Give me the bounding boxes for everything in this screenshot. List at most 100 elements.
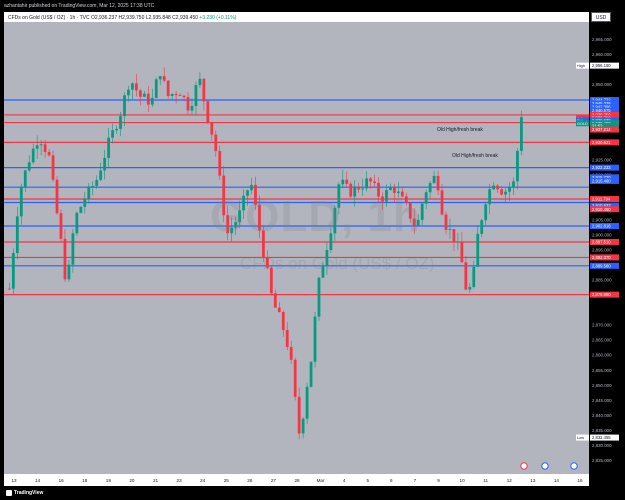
candle-body (317, 277, 321, 317)
candle-body (496, 185, 499, 190)
candle-body (492, 185, 496, 190)
x-tick-label: 13 (530, 478, 536, 483)
y-tick-label: 2,965.000 (592, 37, 612, 42)
candle-body (476, 233, 480, 267)
candle-body (218, 151, 222, 176)
candle-body (23, 170, 27, 187)
price-label-text: 2,910.450 (592, 207, 611, 212)
price-label-tag-text: Low (577, 436, 584, 440)
candle-body (440, 190, 444, 215)
candle-body (281, 312, 285, 331)
candle-body (452, 228, 456, 243)
candle-body (460, 241, 464, 263)
candle-body (345, 179, 349, 184)
candle-body (170, 93, 174, 96)
price-label-text: 2,915.460 (592, 179, 611, 184)
x-tick-label: 9 (437, 478, 440, 483)
candle-body (349, 183, 353, 197)
candle-body (329, 233, 333, 251)
candle-body (238, 210, 241, 223)
price-label-text: 2,897.510 (592, 240, 611, 245)
x-tick-label: 7 (414, 478, 417, 483)
y-tick-label: 2,905.000 (592, 217, 612, 222)
candle-body (508, 187, 511, 192)
price-label-tag-text: High (577, 64, 585, 68)
candle-body (119, 116, 122, 129)
candle-body (254, 184, 257, 205)
candle-body (357, 186, 361, 190)
candle-body (404, 196, 408, 203)
tradingview-logo[interactable]: TradingView (6, 489, 46, 497)
y-tick-label: 2,950.000 (592, 82, 612, 87)
candle-body (35, 145, 39, 149)
candle-body (150, 97, 154, 105)
candle-body (436, 175, 440, 191)
x-tick-label: Mar (317, 478, 325, 483)
candle-body (107, 137, 111, 158)
candle-body (111, 130, 114, 138)
candle-body (373, 181, 376, 183)
candle-body (27, 162, 31, 171)
candle-body (277, 307, 281, 313)
candle-body (424, 192, 428, 204)
candle-body (333, 207, 337, 234)
y-tick-label: 2,850.000 (592, 383, 612, 388)
candle-body (269, 267, 273, 294)
candle-body (416, 219, 420, 226)
x-tick-label: 16 (59, 478, 65, 483)
candle-body (258, 204, 261, 231)
x-tick-label: 10 (460, 478, 466, 483)
candle-body (377, 182, 380, 197)
candle-body (91, 185, 95, 187)
candle-body (396, 191, 400, 193)
candle-body (154, 79, 158, 98)
candle-body (480, 220, 484, 234)
candle-body (182, 95, 186, 98)
candle-body (305, 386, 309, 419)
candle-body (127, 89, 130, 96)
candle-body (43, 144, 47, 152)
candle-body (103, 157, 107, 171)
candle-body (512, 181, 515, 188)
x-tick-label: 11 (483, 478, 488, 483)
candle-body (202, 78, 206, 102)
candle-body (47, 151, 51, 156)
candle-body (500, 189, 503, 195)
x-tick-label: 6 (390, 478, 393, 483)
candle-body (19, 186, 23, 217)
candle-body (246, 190, 249, 196)
price-label-text: 2,911.794 (592, 197, 611, 202)
candle-body (31, 148, 35, 163)
candle-body (297, 396, 301, 434)
chart-background (4, 22, 589, 486)
price-label-text: 2,956.150 (592, 63, 611, 68)
candle-body (393, 187, 396, 193)
candle-body (158, 76, 162, 80)
price-label-text: 2,937.214 (592, 127, 611, 132)
price-label-tag-text: GOLD (577, 122, 588, 126)
candle-body (285, 330, 289, 348)
candle-body (273, 293, 277, 308)
y-tick-label: 2,895.000 (592, 248, 612, 253)
x-tick-label: 16 (577, 478, 583, 483)
candle-body (162, 76, 166, 81)
candle-body (230, 227, 234, 234)
y-tick-label: 2,870.000 (592, 323, 612, 328)
price-label-text: 2,922.233 (592, 165, 611, 170)
candle-body (266, 257, 269, 268)
candle-body (115, 128, 118, 131)
candle-body (198, 78, 202, 86)
x-tick-label: 27 (271, 478, 277, 483)
candle-body (178, 95, 182, 96)
candle-body (55, 179, 59, 214)
x-tick-label: 23 (177, 478, 183, 483)
price-label-text: 2,930.631 (592, 140, 611, 145)
economic-event-icon (541, 462, 549, 470)
candle-body (71, 233, 75, 265)
candle-body (95, 179, 99, 186)
candle-body (83, 199, 87, 207)
candle-body (468, 287, 472, 290)
y-tick-label: 2,960.000 (592, 52, 612, 57)
candle-body (381, 196, 384, 202)
chart-svg: 2,965.0002,960.0002,950.0002,935.0002,92… (4, 22, 619, 486)
